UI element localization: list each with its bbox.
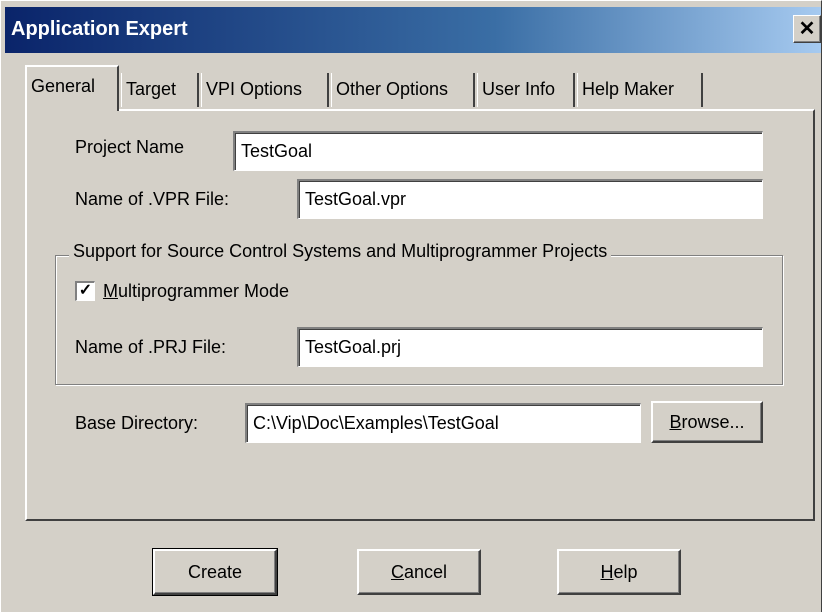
tab-other-options[interactable]: Other Options bbox=[331, 73, 475, 107]
browse-button[interactable]: Browse... bbox=[651, 401, 763, 443]
create-button[interactable]: Create bbox=[152, 548, 278, 596]
base-directory-input[interactable]: C:\Vip\Doc\Examples\TestGoal bbox=[245, 403, 641, 443]
tab-help-maker[interactable]: Help Maker bbox=[577, 73, 703, 107]
multiprogrammer-label[interactable]: Multiprogrammer Mode bbox=[103, 281, 289, 302]
tab-vpi-options-label: VPI Options bbox=[206, 79, 303, 99]
source-control-group-title: Support for Source Control Systems and M… bbox=[69, 241, 612, 262]
multiprogrammer-mnemonic: M bbox=[103, 281, 118, 301]
project-name-label: Project Name bbox=[75, 137, 185, 157]
browse-label-rest: rowse... bbox=[681, 411, 745, 432]
vpr-file-label: Name of .VPR File: bbox=[75, 189, 230, 209]
tab-general-label: General bbox=[31, 76, 96, 96]
close-icon: ✕ bbox=[798, 18, 816, 40]
create-label: Create bbox=[187, 561, 243, 582]
help-mnemonic: H bbox=[600, 561, 614, 582]
tab-vpi-options[interactable]: VPI Options bbox=[201, 73, 329, 107]
help-button[interactable]: Help bbox=[557, 549, 681, 595]
multiprogrammer-checkbox[interactable]: ✓ bbox=[75, 281, 95, 301]
prj-file-input[interactable]: TestGoal.prj bbox=[297, 327, 763, 367]
prj-file-label: Name of .PRJ File: bbox=[75, 337, 227, 357]
tab-user-info-label: User Info bbox=[482, 79, 556, 99]
project-name-input[interactable]: TestGoal bbox=[233, 131, 763, 171]
cancel-label-rest: ancel bbox=[403, 561, 448, 582]
tab-user-info[interactable]: User Info bbox=[477, 73, 575, 107]
base-directory-label: Base Directory: bbox=[75, 413, 199, 433]
tab-other-options-label: Other Options bbox=[336, 79, 449, 99]
tab-target-label: Target bbox=[126, 79, 177, 99]
help-label-rest: elp bbox=[613, 561, 638, 582]
window-title: Application Expert bbox=[11, 18, 188, 40]
title-bar[interactable]: Application Expert ✕ bbox=[5, 7, 821, 53]
tab-target[interactable]: Target bbox=[121, 73, 199, 107]
tab-general[interactable]: General bbox=[25, 65, 119, 111]
checkmark-icon: ✓ bbox=[78, 282, 93, 299]
close-button[interactable]: ✕ bbox=[793, 15, 821, 43]
cancel-button[interactable]: Cancel bbox=[357, 549, 481, 595]
application-expert-window: Application Expert ✕ General Target VPI … bbox=[0, 0, 822, 612]
multiprogrammer-label-rest: ultiprogrammer Mode bbox=[118, 281, 290, 301]
vpr-file-input[interactable]: TestGoal.vpr bbox=[297, 179, 763, 219]
tab-help-maker-label: Help Maker bbox=[582, 79, 675, 99]
cancel-mnemonic: C bbox=[390, 561, 404, 582]
browse-mnemonic: B bbox=[669, 411, 682, 432]
